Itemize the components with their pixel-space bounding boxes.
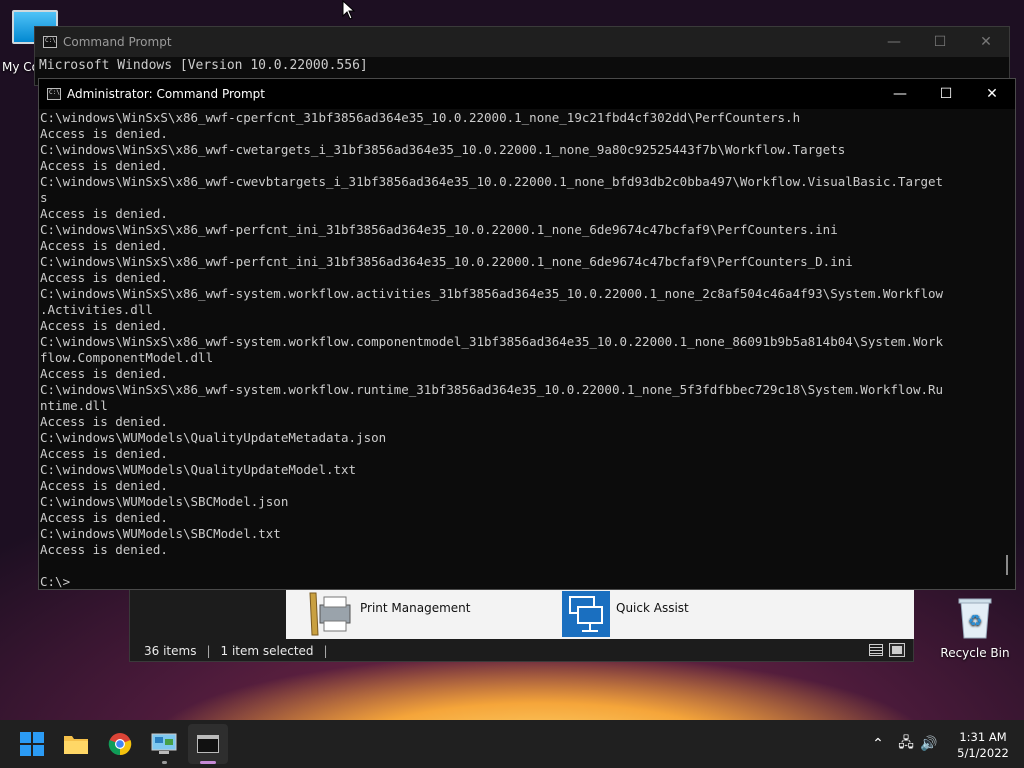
terminal-line: C:\windows\WinSxS\x86_wwf-cwetargets_i_3… [40, 142, 846, 157]
terminal-line: flow.ComponentModel.dll [40, 350, 214, 365]
back-cmd-titlebar[interactable]: Command Prompt — ☐ ✕ [35, 27, 1009, 57]
svg-text:♻: ♻ [968, 611, 982, 630]
terminal-line: Access is denied. [40, 478, 168, 493]
taskbar-control-panel[interactable] [144, 724, 184, 764]
admin-command-prompt-window[interactable]: Administrator: Command Prompt — ☐ ✕ C:\w… [38, 78, 1016, 590]
terminal-line: Access is denied. [40, 270, 168, 285]
terminal-line: Access is denied. [40, 366, 168, 381]
list-item[interactable]: Quick Assist [562, 591, 689, 637]
minimize-button[interactable]: — [877, 79, 923, 109]
large-icons-view-button[interactable] [889, 643, 905, 657]
status-divider: | [206, 644, 211, 658]
cmd-icon [43, 36, 57, 48]
taskbar-command-prompt[interactable] [188, 724, 228, 764]
maximize-button[interactable]: ☐ [917, 27, 963, 57]
terminal-line: Access is denied. [40, 542, 168, 557]
cmd-icon-bar [198, 736, 218, 739]
status-divider: | [323, 644, 328, 658]
terminal-line: C:\> [40, 574, 71, 589]
terminal-line: s [40, 190, 48, 205]
desktop-icon-recycle-bin[interactable]: ♻ Recycle Bin [938, 596, 1012, 660]
terminal-line: C:\windows\WinSxS\x86_wwf-system.workflo… [40, 286, 944, 301]
show-hidden-icons-button[interactable]: ⌃ [866, 736, 890, 752]
status-item-count: 36 items [144, 644, 197, 658]
terminal-line: Access is denied. [40, 238, 168, 253]
clock-time: 1:31 AM [959, 730, 1007, 744]
clock[interactable]: 1:31 AM 5/1/2022 [950, 729, 1016, 761]
terminal-line: C:\windows\WUModels\QualityUpdateModel.t… [40, 462, 357, 477]
terminal-line: Access is denied. [40, 206, 168, 221]
taskbar-chrome[interactable] [100, 724, 140, 764]
control-panel-icon [151, 733, 177, 754]
active-indicator [200, 761, 216, 764]
quick-assist-icon [562, 591, 610, 637]
clock-date: 5/1/2022 [957, 746, 1009, 760]
terminal-line: C:\windows\WinSxS\x86_wwf-cwevbtargets_i… [40, 174, 944, 189]
terminal-line: C:\windows\WinSxS\x86_wwf-system.workflo… [40, 334, 944, 349]
terminal-line: Access is denied. [40, 126, 168, 141]
running-indicator [162, 761, 167, 764]
terminal-line: C:\windows\WinSxS\x86_wwf-cperfcnt_31bf3… [40, 110, 801, 125]
terminal-line: C:\windows\WUModels\SBCModel.txt [40, 526, 281, 541]
printer-icon [309, 592, 351, 636]
minimize-button[interactable]: — [871, 27, 917, 57]
back-command-prompt-window[interactable]: Command Prompt — ☐ ✕ Microsoft Windows [… [34, 26, 1010, 86]
scrollbar-thumb[interactable] [1006, 555, 1008, 575]
terminal-line: C:\windows\WinSxS\x86_wwf-system.workflo… [40, 382, 944, 397]
terminal-line: Access is denied. [40, 318, 168, 333]
status-selected: 1 item selected [220, 644, 314, 658]
admin-cmd-titlebar[interactable]: Administrator: Command Prompt — ☐ ✕ [39, 79, 1015, 109]
terminal-line: Access is denied. [40, 446, 168, 461]
terminal-line: C:\windows\WUModels\SBCModel.json [40, 494, 289, 509]
maximize-button[interactable]: ☐ [923, 79, 969, 109]
details-view-button[interactable] [869, 644, 883, 656]
windows-logo-icon [20, 732, 44, 756]
back-cmd-line: Microsoft Windows [Version 10.0.22000.55… [39, 58, 368, 73]
mouse-cursor-icon [342, 0, 356, 20]
cmd-icon [47, 88, 61, 100]
folder-icon [64, 736, 88, 754]
terminal-line: ntime.dll [40, 398, 108, 413]
view-icon-inner [892, 646, 902, 654]
close-button[interactable]: ✕ [963, 27, 1009, 57]
explorer-content: Print Management Quick Assist [286, 587, 914, 639]
window-title: Administrator: Command Prompt [67, 87, 265, 101]
terminal-line: .Activities.dll [40, 302, 153, 317]
desktop-icon-label: Recycle Bin [940, 646, 1010, 660]
list-item[interactable]: Print Management [306, 591, 470, 637]
explorer-window[interactable]: Print Management Quick Assist 36 items |… [129, 586, 914, 662]
system-tray: ⌃ 🖧 🔊 [866, 720, 940, 768]
terminal-output[interactable]: C:\windows\WinSxS\x86_wwf-cperfcnt_31bf3… [39, 109, 1001, 590]
terminal-line: Access is denied. [40, 510, 168, 525]
terminal-line: Access is denied. [40, 414, 168, 429]
taskbar-file-explorer[interactable] [56, 724, 96, 764]
item-label: Print Management [360, 601, 471, 615]
volume-icon[interactable]: 🔊 [918, 736, 940, 752]
window-title: Command Prompt [63, 35, 172, 49]
terminal-line: C:\windows\WinSxS\x86_wwf-perfcnt_ini_31… [40, 222, 838, 237]
start-button[interactable] [12, 724, 52, 764]
terminal-line: C:\windows\WinSxS\x86_wwf-perfcnt_ini_31… [40, 254, 853, 269]
network-icon[interactable]: 🖧 [894, 732, 918, 756]
terminal-scrollbar[interactable] [999, 109, 1015, 589]
item-label: Quick Assist [616, 601, 689, 615]
explorer-status-bar: 36 items | 1 item selected | [130, 639, 913, 663]
chrome-icon [108, 733, 132, 756]
recycle-bin-icon: ♻ [958, 598, 992, 639]
terminal-line: Access is denied. [40, 158, 168, 173]
close-button[interactable]: ✕ [969, 79, 1015, 109]
cmd-icon [197, 735, 219, 753]
terminal-line: C:\windows\WUModels\QualityUpdateMetadat… [40, 430, 387, 445]
